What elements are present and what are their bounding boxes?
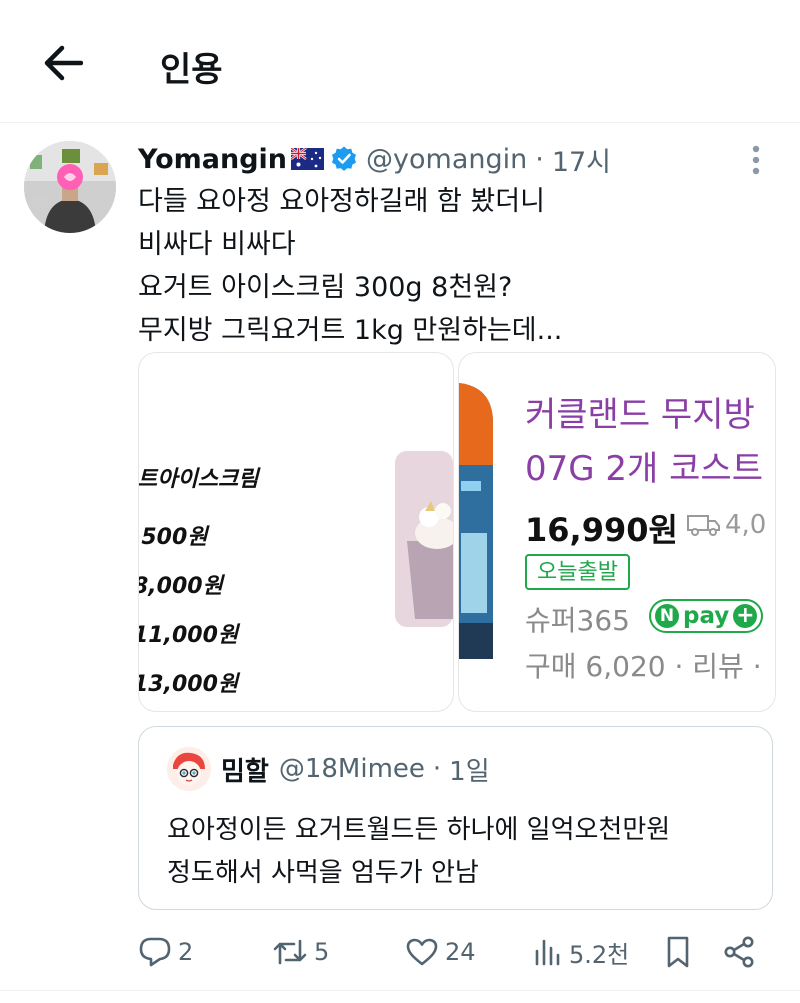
- npay-plus-icon: +: [733, 604, 758, 628]
- avatar-image: [24, 141, 116, 233]
- product-title: 커클랜드 무지방: [525, 395, 755, 435]
- retweet-icon: [273, 939, 307, 965]
- arrow-left-icon: [44, 45, 83, 81]
- page-title: 인용: [160, 50, 223, 90]
- quoted-tweet[interactable]: 밈할 @18Mimee · 1일 요아정이든 요거트월드든 하나에 일억오천만원…: [138, 726, 773, 910]
- quoted-line: 정도해서 사먹을 엄두가 안남: [167, 858, 479, 888]
- menu-price: ,500원: [138, 525, 208, 550]
- heart-icon: [406, 938, 438, 966]
- reply-icon: [139, 937, 171, 967]
- npay-label: pay: [683, 603, 730, 629]
- media-image-product[interactable]: 커클랜드 무지방 07G 2개 코스트 16,990원 4,0 오늘출발 슈퍼3…: [458, 352, 776, 712]
- retweet-count: 5: [314, 938, 330, 966]
- truck-icon: [687, 515, 720, 536]
- quoted-time: 1일: [449, 756, 490, 787]
- store-name: 슈퍼365: [525, 604, 630, 637]
- back-button[interactable]: [40, 40, 86, 86]
- tweet-line: 요거트 아이스크림 300g 8천원?: [138, 272, 513, 303]
- views-chart-icon: [535, 939, 560, 966]
- more-vertical-icon: [752, 145, 760, 175]
- product-package-image: [459, 383, 493, 659]
- quoted-line: 요아정이든 요거트월드든 하나에 일억오천만원: [167, 815, 671, 845]
- more-options-button[interactable]: [738, 140, 774, 180]
- top-bar: 인용: [0, 0, 800, 123]
- quoted-author-handle[interactable]: @18Mimee: [279, 754, 425, 784]
- media-image-menu[interactable]: 트아이스크림 ,500원 8,000원 11,000원 13,000원: [138, 352, 454, 712]
- product-price: 16,990원: [525, 511, 678, 549]
- npay-n-icon: N: [655, 604, 679, 628]
- product-title: 07G 2개 코스트: [525, 449, 763, 489]
- quoted-avatar-image: [167, 747, 211, 791]
- menu-heading: 트아이스크림: [138, 467, 259, 492]
- quoted-avatar[interactable]: [167, 747, 211, 791]
- ice-cream-cup-image: [395, 451, 453, 627]
- tweet-line: 다들 요아정 요아정하길래 함 봤더니: [138, 186, 545, 217]
- reply-count: 2: [178, 938, 194, 966]
- menu-price: 13,000원: [138, 672, 239, 697]
- views-count: 5.2천: [569, 940, 630, 969]
- avatar[interactable]: [24, 141, 116, 233]
- today-shipping-badge: 오늘출발: [525, 554, 630, 590]
- like-count: 24: [445, 938, 476, 966]
- header-separator: ·: [535, 143, 544, 175]
- retweet-button[interactable]: 5: [272, 926, 329, 978]
- menu-price: 8,000원: [138, 574, 223, 599]
- views-button[interactable]: 5.2천: [533, 926, 629, 978]
- quoted-header: 밈할 @18Mimee · 1일: [221, 749, 490, 789]
- like-button[interactable]: 24: [405, 926, 476, 978]
- shipping-info: 4,0: [687, 510, 766, 540]
- tweet-text: 다들 요아정 요아정하길래 함 봤더니 비싸다 비싸다 요거트 아이스크림 30…: [138, 180, 562, 352]
- quoted-separator: ·: [432, 754, 442, 784]
- quoted-text: 요아정이든 요거트월드든 하나에 일억오천만원 정도해서 사먹을 엄두가 안남: [167, 809, 670, 895]
- tweet-header: Yomangin @yomangin · 17시: [138, 140, 611, 178]
- author-handle[interactable]: @yomangin: [366, 144, 527, 175]
- australia-flag-icon: [291, 148, 325, 170]
- quoted-author-name[interactable]: 밈할: [221, 751, 269, 788]
- npay-badge: N pay +: [649, 599, 764, 633]
- author-name[interactable]: Yomangin: [138, 144, 287, 175]
- divider: [0, 990, 800, 991]
- share-icon: [724, 936, 754, 968]
- bookmark-button[interactable]: [664, 926, 692, 978]
- share-button[interactable]: [722, 926, 756, 978]
- bookmark-icon: [667, 936, 689, 968]
- tweet-line: 무지방 그릭요거트 1kg 만원하는데...: [138, 315, 563, 346]
- tweet-line: 비싸다 비싸다: [138, 229, 296, 260]
- purchase-review-info: 구매 6,020 · 리뷰 ·: [525, 650, 762, 683]
- shipping-fee: 4,0: [725, 510, 767, 540]
- tweet-time[interactable]: 17시: [552, 140, 611, 179]
- menu-price: 11,000원: [138, 623, 239, 648]
- verified-badge-icon: [332, 146, 357, 171]
- action-bar: 2 5 24 5.2천: [0, 926, 800, 978]
- reply-button[interactable]: 2: [138, 926, 193, 978]
